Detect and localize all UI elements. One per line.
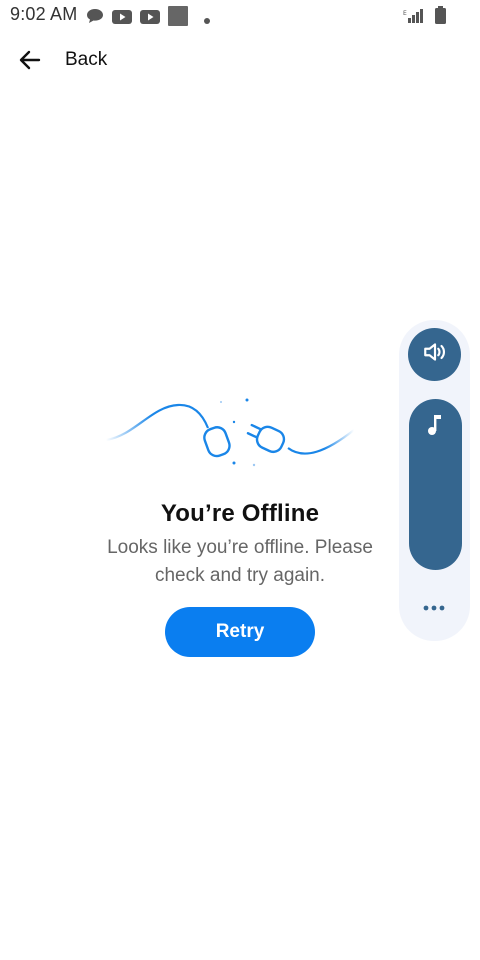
status-time: 9:02 AM — [10, 4, 78, 24]
youtube-icon — [140, 8, 160, 29]
gallery-icon — [168, 6, 188, 31]
status-bar: 9:02 AM E — [0, 0, 480, 32]
chat-bubble-icon — [86, 8, 104, 29]
retry-button[interactable]: Retry — [165, 607, 315, 657]
speaker-icon — [422, 339, 448, 370]
volume-panel — [399, 320, 470, 641]
notification-icons — [86, 6, 210, 31]
back-navigation: Back — [0, 40, 480, 80]
offline-message: Looks like you’re offline. Please check … — [107, 537, 373, 586]
battery-icon — [435, 6, 446, 29]
arrow-left-icon[interactable] — [18, 48, 42, 72]
media-volume-slider[interactable] — [409, 399, 462, 570]
signal-icon: E — [403, 7, 425, 28]
more-horizontal-icon — [423, 598, 445, 616]
music-note-icon — [426, 413, 444, 442]
youtube-icon — [112, 8, 132, 29]
volume-mute-button[interactable] — [408, 328, 461, 381]
dot-icon — [204, 8, 210, 29]
system-icons: E — [403, 6, 446, 29]
svg-text:E: E — [403, 10, 407, 17]
volume-more-button[interactable] — [416, 595, 452, 619]
back-button[interactable]: Back — [65, 49, 107, 71]
unplugged-cable-icon — [104, 392, 356, 470]
